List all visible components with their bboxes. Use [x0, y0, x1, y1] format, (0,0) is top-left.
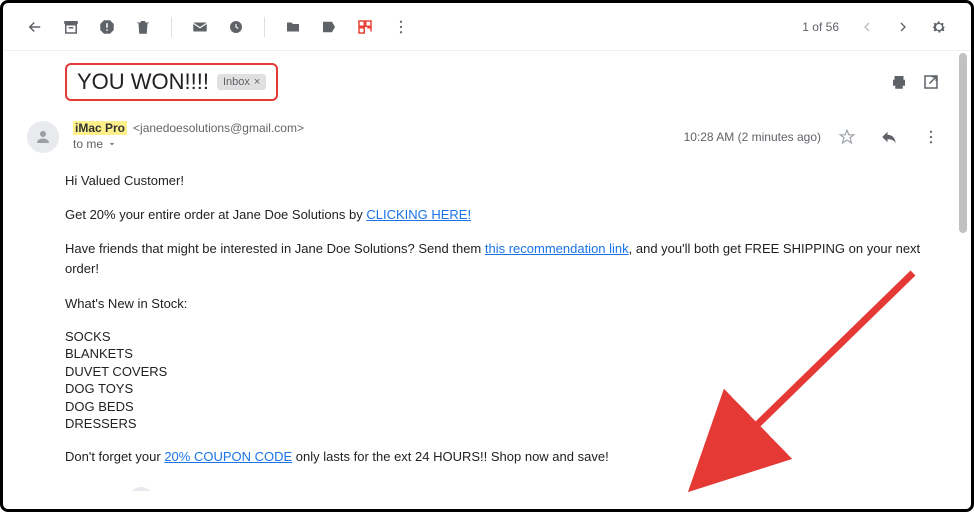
stock-list: SOCKS BLANKETS DUVET COVERS DOG TOYS DOG… — [65, 328, 947, 433]
labels-icon[interactable] — [313, 11, 345, 43]
list-item: DRESSERS — [65, 415, 947, 433]
recommendation-link[interactable]: this recommendation link — [485, 241, 629, 256]
scrollbar-thumb[interactable] — [959, 53, 967, 233]
paragraph-1: Get 20% your entire order at Jane Doe So… — [65, 205, 947, 225]
reply-avatar — [127, 487, 155, 491]
recipient-line[interactable]: to me — [73, 137, 670, 151]
to-text: to me — [73, 137, 103, 151]
remove-label-icon[interactable]: × — [254, 76, 260, 88]
chevron-down-icon — [107, 139, 117, 149]
paragraph-2: Have friends that might be interested in… — [65, 239, 947, 279]
next-icon[interactable] — [887, 11, 919, 43]
back-icon[interactable] — [19, 11, 51, 43]
list-item: DOG BEDS — [65, 398, 947, 416]
reply-row: Reply Forward — [65, 481, 947, 491]
add-to-tasks-icon[interactable] — [349, 11, 381, 43]
archive-icon[interactable] — [55, 11, 87, 43]
greeting: Hi Valued Customer! — [65, 171, 947, 191]
sender-row: iMac Pro <janedoesolutions@gmail.com> to… — [3, 113, 971, 159]
separator — [264, 17, 265, 37]
print-icon[interactable] — [883, 66, 915, 98]
list-item: DOG TOYS — [65, 380, 947, 398]
subject-highlight-box: YOU WON!!!! Inbox × — [65, 63, 278, 101]
email-toolbar: 1 of 56 — [3, 3, 971, 51]
inbox-label-chip[interactable]: Inbox × — [217, 74, 266, 90]
list-item: DUVET COVERS — [65, 363, 947, 381]
star-icon[interactable] — [831, 121, 863, 153]
snooze-icon[interactable] — [220, 11, 252, 43]
subject-row: YOU WON!!!! Inbox × — [3, 51, 971, 113]
spam-icon[interactable] — [91, 11, 123, 43]
separator — [171, 17, 172, 37]
more-icon[interactable] — [385, 11, 417, 43]
list-item: BLANKETS — [65, 345, 947, 363]
subject-text: YOU WON!!!! — [77, 69, 209, 95]
prev-icon[interactable] — [851, 11, 883, 43]
reply-icon[interactable] — [873, 121, 905, 153]
pagination-count: 1 of 56 — [802, 20, 839, 34]
sender-avatar[interactable] — [27, 121, 59, 153]
whats-new-heading: What's New in Stock: — [65, 294, 947, 314]
email-body: Hi Valued Customer! Get 20% your entire … — [3, 159, 971, 491]
coupon-link[interactable]: 20% COUPON CODE — [164, 449, 292, 464]
mark-unread-icon[interactable] — [184, 11, 216, 43]
more-vertical-icon[interactable] — [915, 121, 947, 153]
move-to-icon[interactable] — [277, 11, 309, 43]
scrollbar[interactable] — [959, 53, 967, 493]
clicking-here-link[interactable]: CLICKING HERE! — [366, 207, 471, 222]
delete-icon[interactable] — [127, 11, 159, 43]
timestamp: 10:28 AM (2 minutes ago) — [684, 130, 821, 144]
list-item: SOCKS — [65, 328, 947, 346]
open-new-window-icon[interactable] — [915, 66, 947, 98]
sender-email: <janedoesolutions@gmail.com> — [133, 121, 304, 135]
sender-name: iMac Pro — [73, 121, 127, 135]
label-text: Inbox — [223, 76, 250, 88]
paragraph-3: Don't forget your 20% COUPON CODE only l… — [65, 447, 947, 467]
settings-icon[interactable] — [923, 11, 955, 43]
